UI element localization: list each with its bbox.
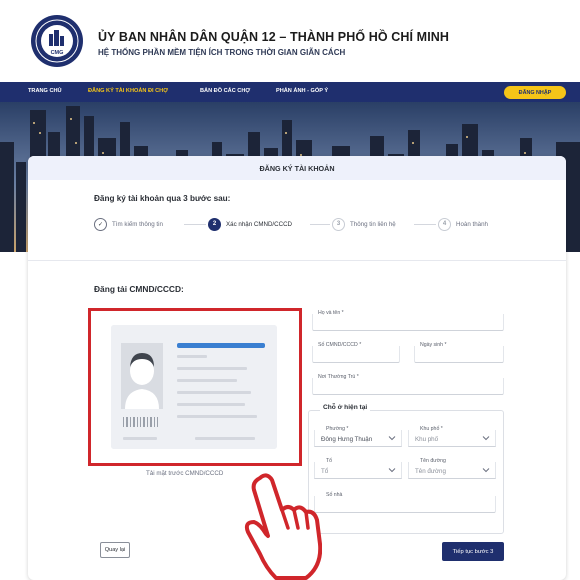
ward-select[interactable]: Đông Hưng Thuận bbox=[314, 430, 402, 447]
step-connector bbox=[414, 224, 436, 225]
step-label: Tìm kiếm thông tin bbox=[112, 220, 163, 228]
ward-select-value: Đông Hưng Thuận bbox=[321, 436, 373, 443]
step-done-check-icon: ✓ bbox=[94, 217, 107, 231]
quarter-select-value: Khu phố bbox=[415, 436, 439, 443]
nav-item-market-map[interactable]: BẢN ĐỒ CÁC CHỢ bbox=[200, 88, 250, 94]
pointing-hand-icon bbox=[244, 473, 322, 580]
step-label: Thông tin liên hệ bbox=[350, 220, 396, 228]
step-number-badge: 3 bbox=[332, 217, 345, 231]
group-select-value: Tổ bbox=[321, 468, 329, 475]
org-title: ỦY BAN NHÂN DÂN QUẬN 12 – THÀNH PHỐ HỒ C… bbox=[98, 30, 450, 44]
step-3-contact-info[interactable]: 3 Thông tin liên hệ bbox=[332, 216, 396, 232]
district-logo-icon[interactable]: CMG bbox=[30, 14, 84, 68]
chevron-down-icon bbox=[482, 468, 490, 473]
next-step-button[interactable]: Tiếp tục bước 3 bbox=[442, 542, 504, 561]
site-header: CMG ỦY BAN NHÂN DÂN QUẬN 12 – THÀNH PHỐ … bbox=[0, 0, 580, 82]
id-front-upload-dropzone[interactable] bbox=[88, 308, 302, 466]
step-label: Hoàn thành bbox=[456, 220, 488, 228]
upload-caption: Tải mặt trước CMND/CCCD bbox=[146, 470, 224, 477]
step-connector bbox=[310, 224, 330, 225]
steps-intro: Đăng ký tài khoản qua 3 bước sau: bbox=[94, 194, 231, 203]
dob-input[interactable] bbox=[414, 346, 504, 363]
step-4-complete[interactable]: 4 Hoàn thành bbox=[438, 216, 488, 232]
step-number-badge: 4 bbox=[438, 217, 451, 231]
step-number-badge: 2 bbox=[208, 217, 221, 231]
id-number-input[interactable] bbox=[312, 346, 400, 363]
back-button[interactable]: Quay lại bbox=[100, 542, 130, 558]
chevron-down-icon bbox=[482, 436, 490, 441]
street-select[interactable]: Tên đường bbox=[408, 462, 496, 479]
org-subtitle: HỆ THỐNG PHẦN MỀM TIỆN ÍCH TRONG THỜI GI… bbox=[98, 48, 346, 57]
upload-heading: Đăng tải CMND/CCCD: bbox=[94, 284, 184, 294]
step-label: Xác nhận CMND/CCCD bbox=[226, 220, 293, 228]
nav-item-feedback[interactable]: PHẢN ÁNH - GÓP Ý bbox=[276, 88, 328, 94]
main-nav: TRANG CHỦ ĐĂNG KÝ TÀI KHOẢN ĐI CHỢ BẢN Đ… bbox=[0, 82, 580, 102]
id-card-illustration bbox=[111, 325, 277, 449]
login-button[interactable]: ĐĂNG NHẬP bbox=[504, 86, 566, 99]
section-divider bbox=[28, 260, 566, 261]
quarter-select[interactable]: Khu phố bbox=[408, 430, 496, 447]
logo-text: CMG bbox=[51, 50, 64, 56]
house-number-input[interactable] bbox=[314, 496, 496, 513]
card-title: ĐĂNG KÝ TÀI KHOẢN bbox=[28, 156, 566, 180]
step-2-confirm-id[interactable]: 2 Xác nhận CMND/CCCD bbox=[208, 216, 292, 232]
nav-item-home[interactable]: TRANG CHỦ bbox=[28, 88, 62, 94]
step-1-search-info[interactable]: ✓ Tìm kiếm thông tin bbox=[94, 216, 163, 232]
id-card-placeholder-image bbox=[111, 325, 277, 449]
permanent-address-input[interactable] bbox=[312, 378, 504, 395]
current-address-title: Chỗ ở hiện tại bbox=[320, 404, 371, 411]
chevron-down-icon bbox=[388, 468, 396, 473]
nav-item-register-market-account[interactable]: ĐĂNG KÝ TÀI KHOẢN ĐI CHỢ bbox=[88, 88, 168, 94]
group-select[interactable]: Tổ bbox=[314, 462, 402, 479]
step-connector bbox=[184, 224, 206, 225]
chevron-down-icon bbox=[388, 436, 396, 441]
full-name-input[interactable] bbox=[312, 314, 504, 331]
street-select-value: Tên đường bbox=[415, 468, 446, 475]
